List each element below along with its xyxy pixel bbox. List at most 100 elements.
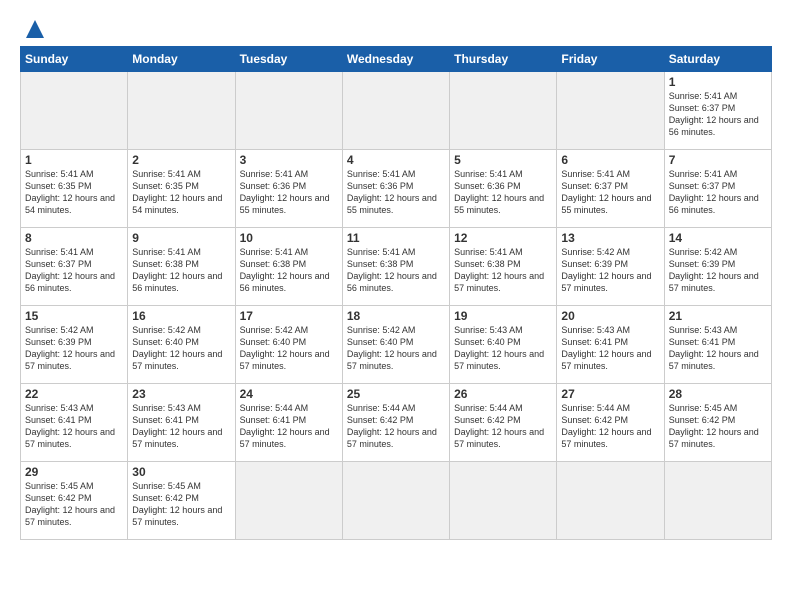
calendar-cell (664, 462, 771, 540)
day-info: Sunrise: 5:42 AMSunset: 6:39 PMDaylight:… (25, 325, 115, 371)
day-info: Sunrise: 5:41 AMSunset: 6:36 PMDaylight:… (347, 169, 437, 215)
day-info: Sunrise: 5:43 AMSunset: 6:41 PMDaylight:… (132, 403, 222, 449)
day-info: Sunrise: 5:43 AMSunset: 6:41 PMDaylight:… (561, 325, 651, 371)
day-info: Sunrise: 5:42 AMSunset: 6:40 PMDaylight:… (240, 325, 330, 371)
day-info: Sunrise: 5:41 AMSunset: 6:38 PMDaylight:… (347, 247, 437, 293)
calendar-cell: 2 Sunrise: 5:41 AMSunset: 6:35 PMDaylight… (128, 150, 235, 228)
day-info: Sunrise: 5:41 AMSunset: 6:36 PMDaylight:… (454, 169, 544, 215)
day-header-tuesday: Tuesday (235, 47, 342, 72)
day-number: 22 (25, 387, 123, 401)
day-number: 14 (669, 231, 767, 245)
day-header-sunday: Sunday (21, 47, 128, 72)
calendar-cell: 7Sunrise: 5:41 AMSunset: 6:37 PMDaylight… (664, 150, 771, 228)
calendar-cell: 4 Sunrise: 5:41 AMSunset: 6:36 PMDaylight… (342, 150, 449, 228)
day-number: 7 (669, 153, 767, 167)
calendar-cell: 22Sunrise: 5:43 AMSunset: 6:41 PMDayligh… (21, 384, 128, 462)
calendar-cell: 10 Sunrise: 5:41 AMSunset: 6:38 PMDayligh… (235, 228, 342, 306)
day-number: 30 (132, 465, 230, 479)
day-number: 10 (240, 231, 338, 245)
calendar-cell: 26 Sunrise: 5:44 AMSunset: 6:42 PMDayligh… (450, 384, 557, 462)
day-info: Sunrise: 5:41 AMSunset: 6:35 PMDaylight:… (132, 169, 222, 215)
day-header-saturday: Saturday (664, 47, 771, 72)
week-row-0: 1Sunrise: 5:41 AMSunset: 6:37 PMDaylight… (21, 72, 772, 150)
calendar-cell: 17 Sunrise: 5:42 AMSunset: 6:40 PMDayligh… (235, 306, 342, 384)
day-header-thursday: Thursday (450, 47, 557, 72)
week-row-1: 1 Sunrise: 5:41 AMSunset: 6:35 PMDaylight… (21, 150, 772, 228)
day-info: Sunrise: 5:41 AMSunset: 6:37 PMDaylight:… (25, 247, 115, 293)
day-number: 19 (454, 309, 552, 323)
day-info: Sunrise: 5:42 AMSunset: 6:40 PMDaylight:… (347, 325, 437, 371)
day-number: 26 (454, 387, 552, 401)
day-info: Sunrise: 5:41 AMSunset: 6:38 PMDaylight:… (454, 247, 544, 293)
day-info: Sunrise: 5:43 AMSunset: 6:41 PMDaylight:… (669, 325, 759, 371)
calendar-cell: 20Sunrise: 5:43 AMSunset: 6:41 PMDayligh… (557, 306, 664, 384)
day-header-friday: Friday (557, 47, 664, 72)
calendar-cell: 24Sunrise: 5:44 AMSunset: 6:41 PMDayligh… (235, 384, 342, 462)
calendar-cell: 18 Sunrise: 5:42 AMSunset: 6:40 PMDayligh… (342, 306, 449, 384)
calendar-cell: 11 Sunrise: 5:41 AMSunset: 6:38 PMDayligh… (342, 228, 449, 306)
calendar-cell (235, 462, 342, 540)
day-number: 25 (347, 387, 445, 401)
header-row: SundayMondayTuesdayWednesdayThursdayFrid… (21, 47, 772, 72)
calendar-table: SundayMondayTuesdayWednesdayThursdayFrid… (20, 46, 772, 540)
day-number: 21 (669, 309, 767, 323)
day-number: 24 (240, 387, 338, 401)
calendar-cell: 14 Sunrise: 5:42 AMSunset: 6:39 PMDayligh… (664, 228, 771, 306)
calendar-cell: 27Sunrise: 5:44 AMSunset: 6:42 PMDayligh… (557, 384, 664, 462)
calendar-cell: 30Sunrise: 5:45 AMSunset: 6:42 PMDayligh… (128, 462, 235, 540)
day-info: Sunrise: 5:41 AMSunset: 6:36 PMDaylight:… (240, 169, 330, 215)
week-row-3: 15 Sunrise: 5:42 AMSunset: 6:39 PMDayligh… (21, 306, 772, 384)
calendar-cell: 13 Sunrise: 5:42 AMSunset: 6:39 PMDayligh… (557, 228, 664, 306)
day-number: 12 (454, 231, 552, 245)
calendar-cell (235, 72, 342, 150)
week-row-5: 29 Sunrise: 5:45 AMSunset: 6:42 PMDayligh… (21, 462, 772, 540)
week-row-2: 8Sunrise: 5:41 AMSunset: 6:37 PMDaylight… (21, 228, 772, 306)
calendar-cell: 23 Sunrise: 5:43 AMSunset: 6:41 PMDayligh… (128, 384, 235, 462)
day-number: 2 (132, 153, 230, 167)
day-number: 13 (561, 231, 659, 245)
day-header-monday: Monday (128, 47, 235, 72)
day-info: Sunrise: 5:41 AMSunset: 6:38 PMDaylight:… (132, 247, 222, 293)
calendar-cell: 25 Sunrise: 5:44 AMSunset: 6:42 PMDayligh… (342, 384, 449, 462)
header (20, 18, 772, 36)
calendar-cell: 16Sunrise: 5:42 AMSunset: 6:40 PMDayligh… (128, 306, 235, 384)
day-number: 17 (240, 309, 338, 323)
day-info: Sunrise: 5:44 AMSunset: 6:42 PMDaylight:… (561, 403, 651, 449)
day-number: 4 (347, 153, 445, 167)
calendar-cell: 5Sunrise: 5:41 AMSunset: 6:36 PMDaylight… (450, 150, 557, 228)
day-number: 23 (132, 387, 230, 401)
calendar-cell (21, 72, 128, 150)
day-header-wednesday: Wednesday (342, 47, 449, 72)
calendar-cell: 12 Sunrise: 5:41 AMSunset: 6:38 PMDayligh… (450, 228, 557, 306)
day-number: 1 (669, 75, 767, 89)
day-info: Sunrise: 5:42 AMSunset: 6:39 PMDaylight:… (669, 247, 759, 293)
page: SundayMondayTuesdayWednesdayThursdayFrid… (0, 0, 792, 612)
logo (20, 18, 46, 36)
day-number: 15 (25, 309, 123, 323)
day-number: 1 (25, 153, 123, 167)
day-number: 18 (347, 309, 445, 323)
calendar-cell (450, 462, 557, 540)
calendar-cell (342, 462, 449, 540)
day-number: 11 (347, 231, 445, 245)
day-info: Sunrise: 5:42 AMSunset: 6:39 PMDaylight:… (561, 247, 651, 293)
calendar-cell (128, 72, 235, 150)
day-number: 6 (561, 153, 659, 167)
day-number: 29 (25, 465, 123, 479)
calendar-cell: 29 Sunrise: 5:45 AMSunset: 6:42 PMDayligh… (21, 462, 128, 540)
day-info: Sunrise: 5:44 AMSunset: 6:42 PMDaylight:… (347, 403, 437, 449)
calendar-cell (342, 72, 449, 150)
day-number: 3 (240, 153, 338, 167)
calendar-cell: 6Sunrise: 5:41 AMSunset: 6:37 PMDaylight… (557, 150, 664, 228)
calendar-cell (557, 462, 664, 540)
calendar-cell (450, 72, 557, 150)
day-info: Sunrise: 5:41 AMSunset: 6:38 PMDaylight:… (240, 247, 330, 293)
day-info: Sunrise: 5:43 AMSunset: 6:40 PMDaylight:… (454, 325, 544, 371)
calendar-cell (557, 72, 664, 150)
calendar-cell: 3 Sunrise: 5:41 AMSunset: 6:36 PMDaylight… (235, 150, 342, 228)
day-info: Sunrise: 5:45 AMSunset: 6:42 PMDaylight:… (669, 403, 759, 449)
calendar-cell: 21 Sunrise: 5:43 AMSunset: 6:41 PMDayligh… (664, 306, 771, 384)
day-info: Sunrise: 5:45 AMSunset: 6:42 PMDaylight:… (25, 481, 115, 527)
day-info: Sunrise: 5:44 AMSunset: 6:42 PMDaylight:… (454, 403, 544, 449)
day-info: Sunrise: 5:41 AMSunset: 6:35 PMDaylight:… (25, 169, 115, 215)
